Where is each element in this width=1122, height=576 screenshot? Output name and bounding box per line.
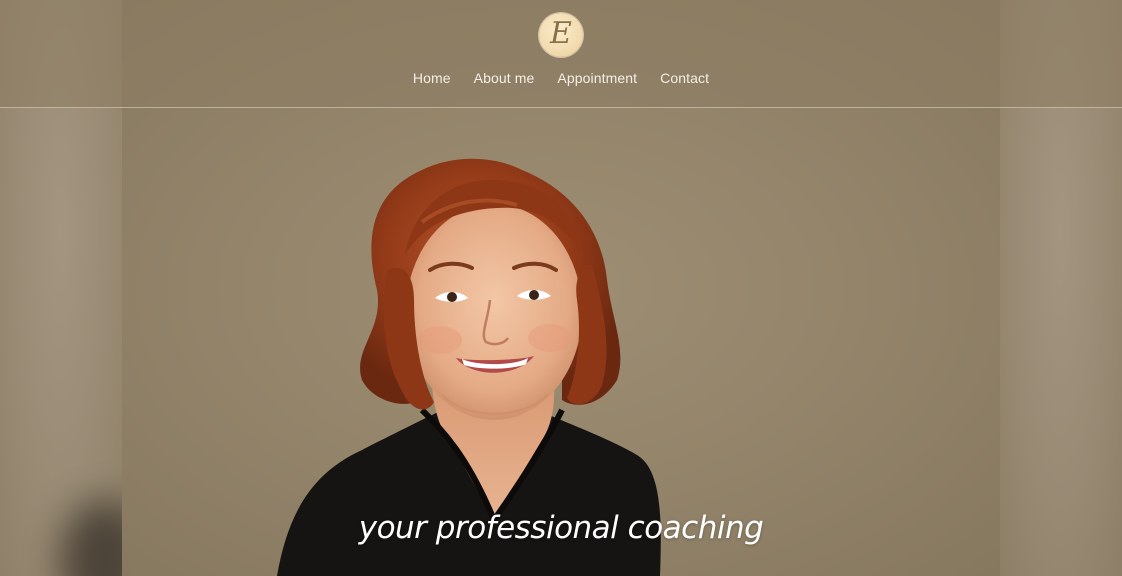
- main-nav: Home About me Appointment Contact: [0, 70, 1122, 86]
- nav-contact[interactable]: Contact: [660, 70, 709, 86]
- logo[interactable]: E: [539, 13, 583, 57]
- nav-home[interactable]: Home: [413, 70, 451, 86]
- page: E Home About me Appointment Contact your…: [0, 0, 1122, 576]
- nav-appointment[interactable]: Appointment: [557, 70, 637, 86]
- site-header: E Home About me Appointment Contact: [0, 0, 1122, 108]
- nav-about-me[interactable]: About me: [474, 70, 535, 86]
- logo-letter: E: [550, 16, 572, 51]
- hero-tagline: your professional coaching: [358, 510, 764, 546]
